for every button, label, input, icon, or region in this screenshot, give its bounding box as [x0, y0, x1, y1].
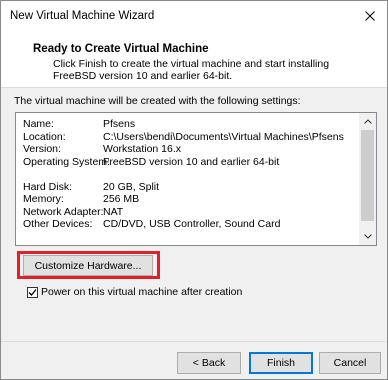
new-vm-wizard-dialog: New Virtual Machine Wizard Ready to Crea… — [0, 0, 388, 380]
setting-value: C:\Users\bendi\Documents\Virtual Machine… — [103, 130, 344, 143]
setting-label: Name: — [23, 118, 54, 130]
setting-value: CD/DVD, USB Controller, Sound Card — [103, 218, 281, 230]
setting-value: 256 MB — [103, 193, 140, 205]
wizard-header: Ready to Create Virtual Machine Click Fi… — [1, 31, 387, 88]
settings-scrollbar[interactable] — [359, 113, 376, 245]
setting-value: Workstation 16.x — [103, 143, 182, 155]
scroll-thumb[interactable] — [361, 130, 374, 221]
setting-label: Hard Disk: — [23, 180, 73, 193]
title-bar: New Virtual Machine Wizard — [1, 1, 387, 31]
customize-hardware-button[interactable]: Customize Hardware... — [23, 255, 153, 276]
power-on-label[interactable]: Power on this virtual machine after crea… — [41, 286, 242, 298]
setting-row-name: Name: Pfsens — [23, 118, 358, 131]
scroll-down-button[interactable] — [359, 228, 376, 245]
chevron-up-icon — [363, 119, 372, 124]
window-title: New Virtual Machine Wizard — [10, 10, 155, 22]
setting-label: Memory: — [23, 193, 64, 205]
cancel-button[interactable]: Cancel — [319, 352, 381, 374]
setting-label: Network Adapter: — [23, 205, 104, 218]
power-on-checkbox[interactable] — [27, 286, 38, 298]
back-button[interactable]: < Back — [177, 352, 241, 374]
setting-value: FreeBSD version 10 and earlier 64-bit — [103, 155, 280, 168]
setting-row-os: Operating System: FreeBSD version 10 and… — [23, 156, 358, 169]
checkmark-icon — [28, 288, 37, 296]
power-on-checkbox-row[interactable]: Power on this virtual machine after crea… — [27, 286, 242, 298]
setting-value: 20 GB, Split — [103, 180, 160, 193]
setting-label: Other Devices: — [23, 218, 93, 230]
setting-value: Pfsens — [103, 118, 136, 130]
setting-row-memory: Memory: 256 MB — [23, 193, 358, 206]
footer-divider — [1, 341, 387, 342]
scroll-up-button[interactable] — [359, 113, 376, 130]
settings-intro-text: The virtual machine will be created with… — [14, 95, 301, 107]
page-title: Ready to Create Virtual Machine — [33, 43, 209, 55]
setting-row-hard-disk: Hard Disk: 20 GB, Split — [23, 181, 358, 194]
setting-label: Version: — [23, 143, 61, 155]
setting-row-network: Network Adapter: NAT — [23, 206, 358, 219]
setting-row-version: Version: Workstation 16.x — [23, 143, 358, 156]
close-icon — [365, 11, 375, 21]
setting-label: Operating System: — [23, 155, 110, 168]
page-description: Click Finish to create the virtual machi… — [53, 58, 330, 82]
chevron-down-icon — [363, 234, 372, 239]
setting-row-location: Location: C:\Users\bendi\Documents\Virtu… — [23, 131, 358, 144]
setting-value: NAT — [103, 205, 124, 218]
settings-summary-box[interactable]: Name: Pfsens Location: C:\Users\bendi\Do… — [15, 112, 377, 246]
setting-label: Location: — [23, 130, 66, 143]
setting-row-other-devices: Other Devices: CD/DVD, USB Controller, S… — [23, 218, 358, 231]
settings-list: Name: Pfsens Location: C:\Users\bendi\Do… — [23, 118, 358, 231]
finish-button[interactable]: Finish — [249, 352, 313, 374]
close-button[interactable] — [353, 1, 387, 31]
